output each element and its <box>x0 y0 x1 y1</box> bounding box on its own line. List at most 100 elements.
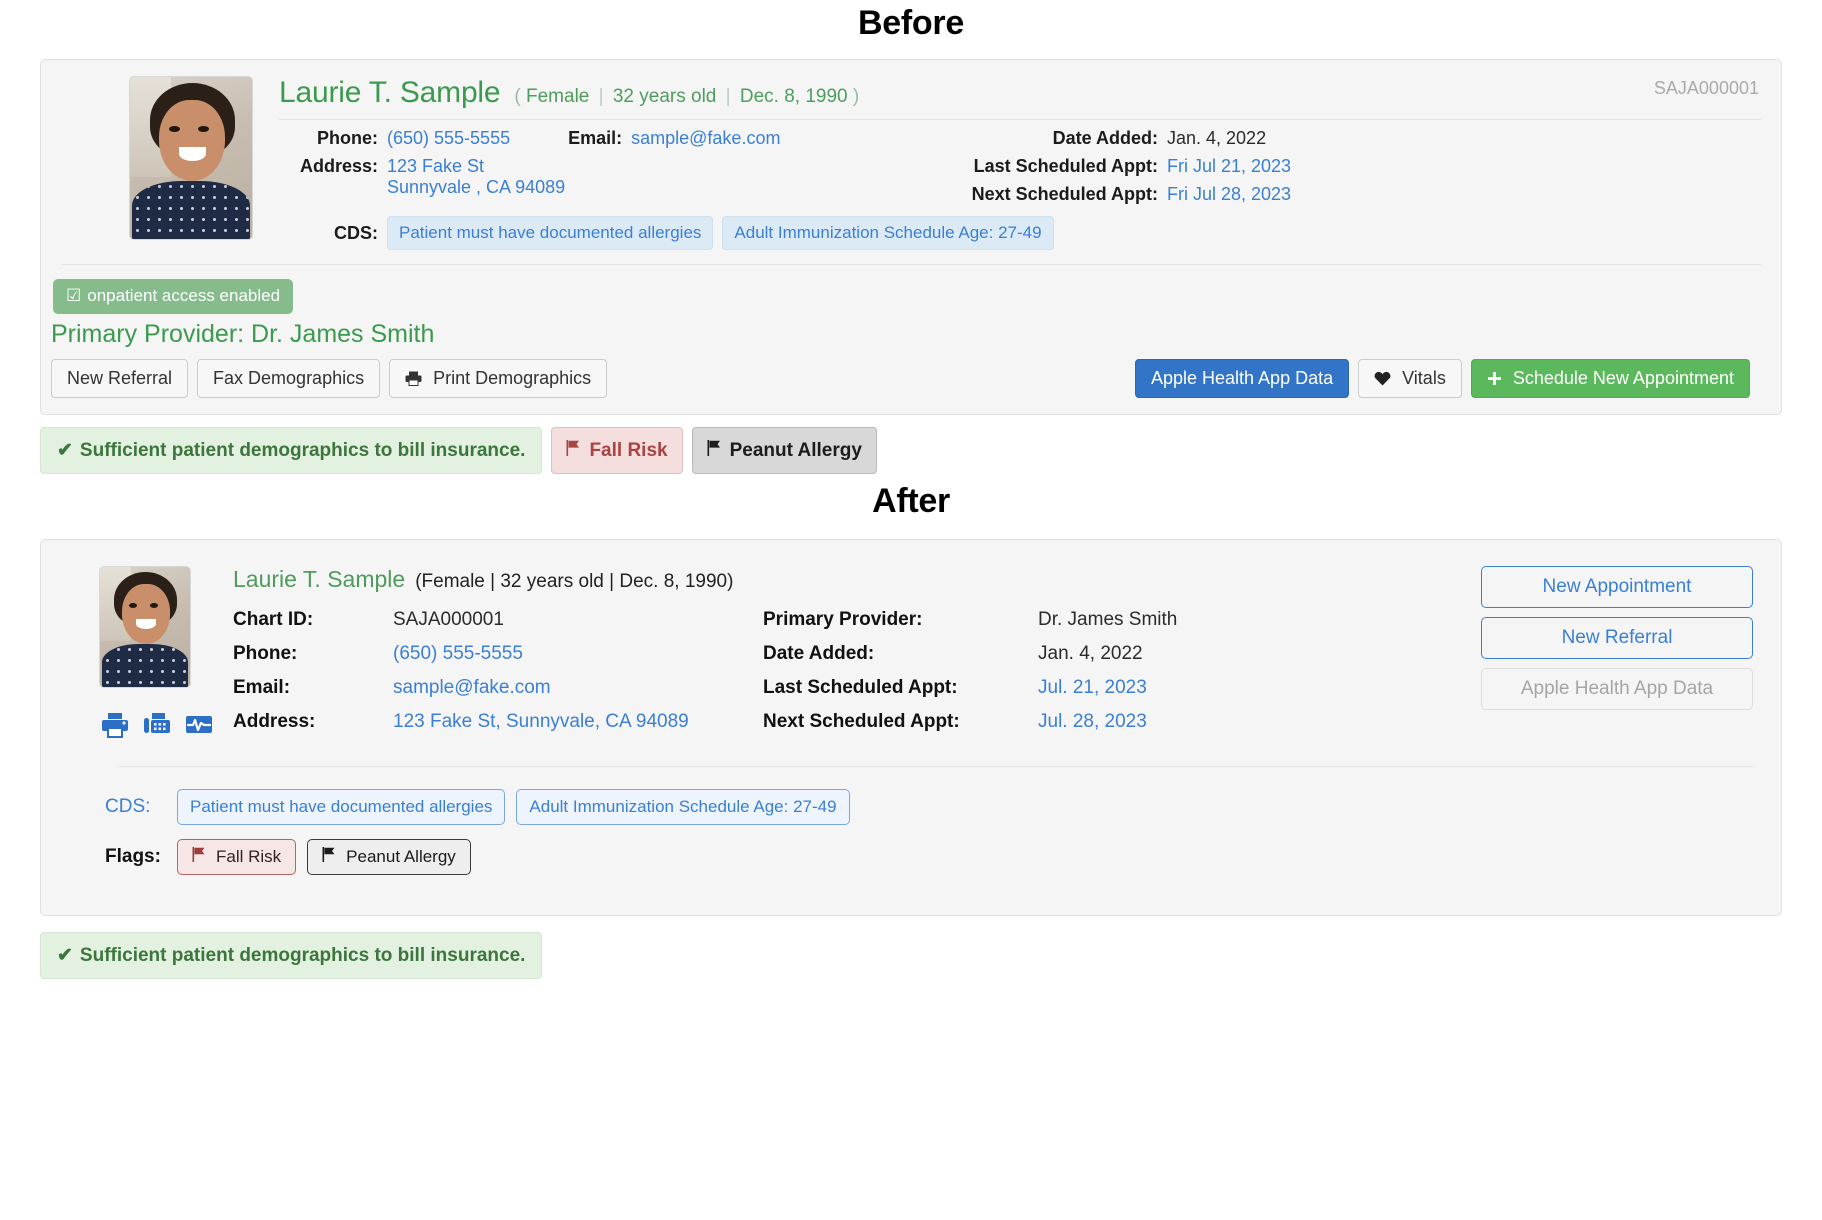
flag-fall-risk-after[interactable]: Fall Risk <box>177 839 297 875</box>
sep-2: | <box>725 86 731 107</box>
new-referral-button[interactable]: New Referral <box>51 359 189 398</box>
chart-id-value: SAJA000001 <box>1653 78 1759 98</box>
patient-name[interactable]: Laurie T. Sample <box>233 566 405 593</box>
after-detail-columns: Chart ID: SAJA000001 Phone: (650) 555-55… <box>233 609 1481 733</box>
after-action-buttons: New Appointment New Referral Apple Healt… <box>1481 566 1753 740</box>
flags-label: Flags: <box>105 846 161 867</box>
next-appt-label: Next Scheduled Appt: <box>971 184 1158 204</box>
patient-name-line: Laurie T. Sample ( Female | 32 years old… <box>279 76 1761 110</box>
fax-icon[interactable] <box>143 712 171 740</box>
header-divider <box>279 119 1761 120</box>
after-patient-card: Laurie T. Sample (Female | 32 years old … <box>40 539 1782 916</box>
after-appointments-column: Primary Provider: Dr. James Smith Date A… <box>763 609 1283 733</box>
after-main-row: Laurie T. Sample (Female | 32 years old … <box>69 566 1753 740</box>
new-appointment-button[interactable]: New Appointment <box>1481 566 1753 608</box>
print-demographics-button[interactable]: Print Demographics <box>389 359 608 398</box>
before-button-row: New Referral Fax Demographics Print Demo… <box>41 349 1781 414</box>
flag-peanut-allergy-after-label: Peanut Allergy <box>346 847 456 866</box>
last-appt-label: Last Scheduled Appt: <box>973 156 1158 176</box>
insurance-alert-before: ✔ Sufficient patient demographics to bill… <box>40 427 543 474</box>
check-icon: ✔ <box>57 945 73 966</box>
patient-demographics-summary: ( Female | 32 years old | Dec. 8, 1990 ) <box>514 86 859 108</box>
cds-label: CDS: <box>334 222 378 243</box>
after-contact-column: Chart ID: SAJA000001 Phone: (650) 555-55… <box>233 609 763 733</box>
apple-health-app-data-button[interactable]: Apple Health App Data <box>1134 359 1350 398</box>
patient-name: Laurie T. Sample <box>279 76 501 109</box>
email-inline: Email: sample@fake.com <box>510 128 780 149</box>
new-referral-button[interactable]: New Referral <box>1481 617 1753 659</box>
address-value[interactable]: 123 Fake St Sunnyvale , CA 94089 <box>387 156 565 198</box>
address-line-1: 123 Fake St <box>387 156 485 176</box>
cds-pill-allergies[interactable]: Patient must have documented allergies <box>387 216 714 250</box>
email-value[interactable]: sample@fake.com <box>631 128 780 149</box>
last-appt-row: Last Scheduled Appt: Fri Jul 21, 2023 <box>899 156 1761 177</box>
flag-peanut-allergy-before-label: Peanut Allergy <box>729 439 862 461</box>
fax-demographics-button[interactable]: Fax Demographics <box>197 359 381 398</box>
next-appt-value[interactable]: Fri Jul 28, 2023 <box>1167 184 1291 205</box>
vitals-label: Vitals <box>1402 368 1446 388</box>
date-added-value: Jan. 4, 2022 <box>1038 643 1143 664</box>
flag-icon <box>707 439 722 462</box>
after-alert-row: ✔ Sufficient patient demographics to bill… <box>40 932 1782 979</box>
before-patient-card: Laurie T. Sample ( Female | 32 years old… <box>40 59 1782 415</box>
flag-fall-risk-before-label: Fall Risk <box>589 439 668 461</box>
after-photo-column <box>69 566 212 740</box>
comparison-page: Before Laurie T. Sample ( Female | 32 ye… <box>0 0 1822 1220</box>
after-divider <box>119 766 1753 767</box>
chart-id-value: SAJA000001 <box>393 609 504 630</box>
patient-photo-wrapper <box>61 76 253 252</box>
print-icon[interactable] <box>101 712 129 740</box>
last-appt-value[interactable]: Fri Jul 21, 2023 <box>1167 156 1291 177</box>
before-header: Laurie T. Sample ( Female | 32 years old… <box>41 60 1781 262</box>
phone-label: Phone: <box>233 643 298 664</box>
before-cds-row: CDS: Patient must have documented allerg… <box>279 212 1761 252</box>
email-label: Email: <box>233 677 291 698</box>
flag-icon <box>322 847 336 867</box>
insurance-alert-after: ✔ Sufficient patient demographics to bill… <box>40 932 543 979</box>
primary-provider-label: Primary Provider: <box>763 609 923 630</box>
onpatient-badge: ☑ onpatient access enabled <box>41 265 1781 314</box>
flag-fall-risk-before[interactable]: Fall Risk <box>551 427 683 474</box>
vitals-button[interactable]: Vitals <box>1358 359 1462 398</box>
section-title-after: After <box>872 482 950 520</box>
date-added-label: Date Added: <box>763 643 875 664</box>
check-icon: ✔ <box>57 440 73 461</box>
close-paren: ) <box>852 86 860 107</box>
cds-label: CDS: <box>105 796 151 817</box>
next-appt-label: Next Scheduled Appt: <box>763 711 960 732</box>
address-value[interactable]: 123 Fake St, Sunnyvale, CA 94089 <box>393 711 763 733</box>
apple-health-app-data-button: Apple Health App Data <box>1481 668 1753 710</box>
open-paren: ( <box>514 86 521 107</box>
checkbox-checked-icon: ☑ <box>66 286 82 305</box>
before-contact-column: Phone: (650) 555-5555 Email: sample@fake… <box>279 128 899 212</box>
before-alert-row: ✔ Sufficient patient demographics to bill… <box>40 427 1782 474</box>
email-value[interactable]: sample@fake.com <box>393 677 763 699</box>
date-added-label: Date Added: <box>1052 128 1158 148</box>
cds-pill-allergies[interactable]: Patient must have documented allergies <box>177 789 506 825</box>
avatar <box>99 566 191 688</box>
before-appointments-column: Date Added: Jan. 4, 2022 Last Scheduled … <box>899 128 1761 212</box>
after-flags-row: Flags: Fall Risk Peanut Allergy <box>105 839 1753 875</box>
last-appt-value[interactable]: Jul. 21, 2023 <box>1038 677 1283 699</box>
phone-value[interactable]: (650) 555-5555 <box>393 643 763 665</box>
flag-peanut-allergy-before[interactable]: Peanut Allergy <box>691 427 877 474</box>
section-title-before: Before <box>858 4 964 42</box>
cds-pill-immunization[interactable]: Adult Immunization Schedule Age: 27-49 <box>722 216 1054 250</box>
next-appt-value[interactable]: Jul. 28, 2023 <box>1038 711 1283 733</box>
date-added-value: Jan. 4, 2022 <box>1167 128 1267 148</box>
last-appt-label: Last Scheduled Appt: <box>763 677 958 698</box>
date-added-row: Date Added: Jan. 4, 2022 <box>899 128 1761 149</box>
primary-provider-value: Dr. James Smith <box>1038 609 1178 630</box>
patient-dob: Dec. 8, 1990 <box>739 86 848 107</box>
email-label: Email: <box>568 128 623 148</box>
schedule-new-appointment-button[interactable]: Schedule New Appointment <box>1470 359 1750 398</box>
phone-value[interactable]: (650) 555-5555 <box>387 128 510 149</box>
flag-peanut-allergy-after[interactable]: Peanut Allergy <box>307 839 471 875</box>
avatar <box>129 76 253 240</box>
address-line-2: Sunnyvale , CA 94089 <box>387 177 566 197</box>
cds-pill-immunization[interactable]: Adult Immunization Schedule Age: 27-49 <box>516 789 850 825</box>
flag-fall-risk-after-label: Fall Risk <box>216 847 282 866</box>
phone-label: Phone: <box>317 128 378 148</box>
before-info-block: Laurie T. Sample ( Female | 32 years old… <box>253 76 1761 252</box>
next-appt-row: Next Scheduled Appt: Fri Jul 28, 2023 <box>899 184 1761 205</box>
